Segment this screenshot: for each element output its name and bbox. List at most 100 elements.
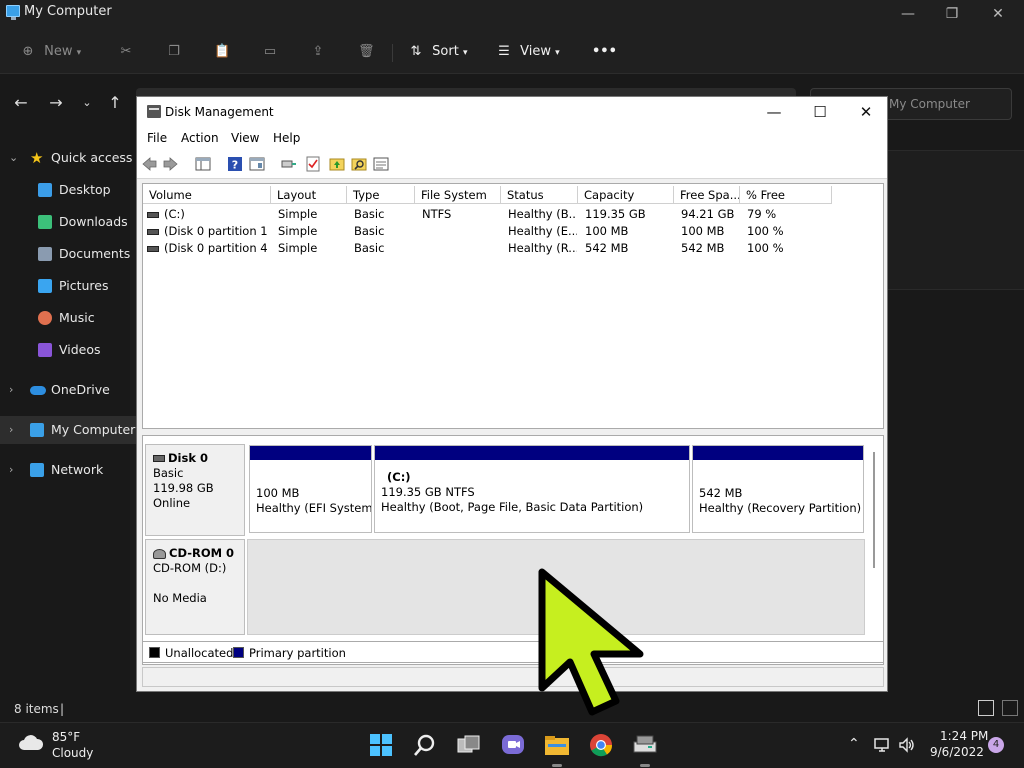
partition-size: 119.35 GB NTFS <box>381 485 475 499</box>
chevron-right-icon[interactable]: › <box>9 376 13 404</box>
sidebar-item-documents[interactable]: Documents <box>0 240 136 268</box>
sidebar-item-videos[interactable]: Videos <box>0 336 136 364</box>
file-explorer-icon[interactable] <box>544 732 570 758</box>
sort-button[interactable]: ⇅ Sort ▾ <box>408 40 468 64</box>
sidebar-item-onedrive[interactable]: › OneDrive <box>0 376 136 404</box>
forward-arrow-icon[interactable]: → <box>45 92 67 114</box>
help-icon[interactable]: ? <box>227 156 243 172</box>
console-tree-icon[interactable] <box>195 156 211 172</box>
sidebar-item-my-computer[interactable]: › My Computer <box>0 416 136 444</box>
menu-action[interactable]: Action <box>181 131 219 145</box>
sidebar-item-music[interactable]: Music <box>0 304 136 332</box>
chevron-right-icon[interactable]: › <box>9 456 13 484</box>
chevron-up-icon[interactable]: ⌃ <box>848 736 860 752</box>
back-arrow-icon[interactable] <box>141 156 157 172</box>
sidebar-item-network[interactable]: › Network <box>0 456 136 484</box>
copy-button[interactable]: ❐ <box>166 40 182 64</box>
cell-capacity: 100 MB <box>585 224 629 238</box>
share-button[interactable]: ⇪ <box>310 40 326 64</box>
back-arrow-icon[interactable]: ← <box>10 92 32 114</box>
vertical-scrollbar[interactable] <box>873 452 875 568</box>
dm-minimize-button[interactable]: — <box>763 102 785 122</box>
maximize-button[interactable]: ❐ <box>932 4 972 24</box>
clock-date[interactable]: 9/6/2022 <box>930 745 984 759</box>
plus-circle-icon: ⊕ <box>22 44 34 59</box>
menu-help[interactable]: Help <box>273 131 300 145</box>
chevron-down-icon: ▾ <box>462 48 468 58</box>
chrome-icon[interactable] <box>588 732 614 758</box>
recent-chevron-icon[interactable]: ⌄ <box>76 92 98 114</box>
connect-icon[interactable] <box>281 156 297 172</box>
close-button[interactable]: ✕ <box>978 4 1018 24</box>
menu-file[interactable]: File <box>147 131 167 145</box>
disk-name: Disk 0 <box>168 451 208 465</box>
menu-view[interactable]: View <box>231 131 259 145</box>
sidebar-item-quick-access[interactable]: ⌄ ★ Quick access <box>0 144 136 172</box>
status-separator: | <box>60 702 65 716</box>
search-folder-icon[interactable] <box>351 156 367 172</box>
volume-icon[interactable] <box>898 737 916 753</box>
partition-c[interactable]: (C:) 119.35 GB NTFS Healthy (Boot, Page … <box>374 445 690 533</box>
column-header-7[interactable]: % Free <box>740 186 832 204</box>
column-header-4[interactable]: Status <box>501 186 578 204</box>
partition-status: Healthy (EFI System P <box>256 501 372 515</box>
copy-icon: ❐ <box>168 44 180 59</box>
cell-volume: (Disk 0 partition 4) <box>147 241 267 255</box>
column-header-3[interactable]: File System <box>415 186 501 204</box>
cell-free: 100 MB <box>681 224 725 238</box>
column-header-5[interactable]: Capacity <box>578 186 674 204</box>
cdrom-label[interactable]: CD-ROM 0 CD-ROM (D:) No Media <box>145 539 245 635</box>
view-button[interactable]: ☰ View ▾ <box>496 40 560 64</box>
teams-chat-icon[interactable] <box>500 732 526 758</box>
rename-button[interactable]: ▭ <box>262 40 278 64</box>
mouse-pointer-icon <box>538 568 644 716</box>
disk-management-taskbar-icon[interactable] <box>632 732 658 758</box>
download-icon <box>38 215 52 229</box>
more-options-button[interactable]: ••• <box>592 40 617 64</box>
weather-temperature[interactable]: 85°F <box>52 730 80 744</box>
up-arrow-icon[interactable]: ↑ <box>104 92 126 114</box>
dm-close-button[interactable]: ✕ <box>855 102 877 122</box>
sidebar-item-desktop[interactable]: Desktop <box>0 176 136 204</box>
sidebar-label: Videos <box>59 342 101 357</box>
sidebar-item-pictures[interactable]: Pictures <box>0 272 136 300</box>
volume-icon <box>147 211 159 218</box>
forward-arrow-icon[interactable] <box>163 156 179 172</box>
weather-condition[interactable]: Cloudy <box>52 746 93 760</box>
search-icon[interactable] <box>412 732 438 758</box>
table-row[interactable]: (C:) Simple Basic NTFS Healthy (B... 119.35 G… <box>143 206 883 223</box>
notification-badge[interactable]: 4 <box>988 737 1004 753</box>
chevron-right-icon[interactable]: › <box>9 416 13 444</box>
partition-recovery[interactable]: 542 MB Healthy (Recovery Partition) <box>692 445 864 533</box>
table-row[interactable]: (Disk 0 partition 1) Simple Basic Healthy (… <box>143 223 883 240</box>
disk-0-label[interactable]: Disk 0 Basic 119.98 GB Online <box>145 444 245 536</box>
table-row[interactable]: (Disk 0 partition 4) Simple Basic Healthy (… <box>143 240 883 257</box>
minimize-button[interactable]: — <box>888 4 928 24</box>
legend: Unallocated Primary partition <box>142 641 884 663</box>
clock-time[interactable]: 1:24 PM <box>940 729 988 743</box>
details-view-icon[interactable] <box>978 700 994 716</box>
cut-button[interactable]: ✂ <box>118 40 134 64</box>
disk-management-icon <box>147 105 161 118</box>
column-header-6[interactable]: Free Spa... <box>674 186 740 204</box>
network-icon[interactable] <box>874 737 892 753</box>
sidebar-item-downloads[interactable]: Downloads <box>0 208 136 236</box>
paste-button[interactable]: 📋 <box>214 40 230 64</box>
tiles-view-icon[interactable] <box>1002 700 1018 716</box>
windows-start-icon[interactable] <box>368 732 394 758</box>
column-header-1[interactable]: Layout <box>271 186 347 204</box>
trash-icon: 🗑 <box>358 44 375 59</box>
settings-panel-icon[interactable] <box>373 156 389 172</box>
volume-list: Volume Layout Type File System Status Capacit… <box>142 183 884 429</box>
chevron-down-icon[interactable]: ⌄ <box>9 144 18 172</box>
new-button[interactable]: ⊕ New ▾ <box>20 40 82 64</box>
task-view-icon[interactable] <box>456 732 482 758</box>
dm-maximize-button[interactable]: ☐ <box>809 102 831 122</box>
column-header-0[interactable]: Volume <box>143 186 271 204</box>
folder-up-icon[interactable] <box>329 156 345 172</box>
properties-icon[interactable] <box>249 156 265 172</box>
checklist-icon[interactable] <box>305 156 321 172</box>
column-header-2[interactable]: Type <box>347 186 415 204</box>
delete-button[interactable]: 🗑 <box>358 40 375 64</box>
partition-efi[interactable]: 100 MB Healthy (EFI System P <box>249 445 372 533</box>
